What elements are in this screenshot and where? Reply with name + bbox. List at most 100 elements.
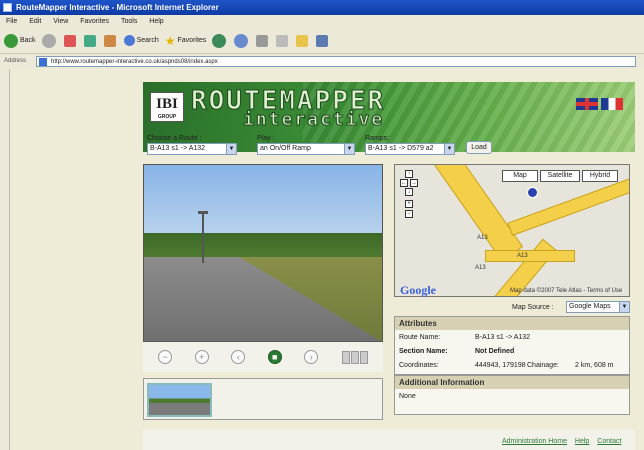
messenger-icon [316, 34, 329, 47]
road-label: A13 [477, 235, 488, 241]
stop-button[interactable]: ■ [267, 350, 282, 364]
pan-up-icon[interactable]: ↑ [405, 170, 413, 178]
play-select[interactable]: an On/Off Ramp ▼ [257, 143, 355, 155]
folder-icon [296, 34, 309, 47]
play-label: Play : [257, 135, 275, 142]
playback-controls: − + ‹ ■ › [143, 342, 383, 372]
section-name-value: Not Defined [475, 348, 515, 355]
map-button[interactable]: Map [502, 170, 538, 182]
favorites-button[interactable]: ★ Favorites [165, 34, 207, 48]
map-navigation: ↑ ← → ↓ + − [400, 170, 418, 225]
satellite-button[interactable]: Satellite [540, 170, 580, 182]
zoom-in-button[interactable]: + [194, 350, 209, 364]
browser-toolbar: Back Search ★ Favorites [0, 28, 644, 54]
attributes-header: Attributes [395, 317, 629, 330]
ibi-group-logo: IBI GROUP [150, 92, 184, 122]
google-logo: Google [400, 283, 436, 297]
route-map[interactable]: A13 A13 A13 [394, 164, 630, 297]
stop-button[interactable] [63, 34, 78, 47]
link-road [485, 250, 575, 262]
folder-button[interactable] [296, 34, 310, 47]
forward-arrow-icon [41, 33, 56, 48]
menu-view[interactable]: View [53, 18, 68, 25]
menu-tools[interactable]: Tools [121, 18, 137, 25]
page-icon [39, 58, 47, 66]
position-marker-icon[interactable] [527, 187, 538, 198]
lamp-post [202, 213, 204, 263]
section-name-label: Section Name: [399, 348, 448, 355]
messenger-button[interactable] [316, 34, 330, 47]
address-url: http://www.routemapper-interactive.co.uk… [51, 59, 218, 65]
chevron-down-icon: ▼ [619, 302, 629, 312]
pan-right-icon[interactable]: → [410, 179, 418, 187]
chevron-down-icon: ▼ [444, 144, 454, 154]
ramps-select[interactable]: B-A13 s1 -> D579 a2 ▼ [365, 143, 455, 155]
map-copyright: Map data ©2007 Tele Atlas - Terms of Use [510, 288, 623, 294]
print-button[interactable] [256, 34, 270, 47]
route-name-label: Route Name: [399, 334, 441, 341]
window-title: RouteMapper Interactive - Microsoft Inte… [16, 3, 219, 12]
media-button[interactable] [212, 33, 228, 48]
uk-flag-icon[interactable] [576, 98, 598, 110]
menu-bar: File Edit View Favorites Tools Help [0, 15, 644, 28]
route-label: Choose a Route : [147, 135, 202, 142]
menu-help[interactable]: Help [149, 18, 163, 25]
admin-home-link[interactable]: Administration Home [502, 438, 567, 445]
home-button[interactable] [103, 34, 118, 47]
address-label: Address [4, 58, 27, 64]
forward-button[interactable] [41, 33, 58, 48]
route-select[interactable]: B-A13 s1 -> A132 ▼ [147, 143, 237, 155]
chevron-down-icon: ▼ [226, 144, 236, 154]
edit-icon [276, 34, 289, 47]
next-button[interactable]: › [304, 350, 319, 364]
pan-left-icon[interactable]: ← [400, 179, 408, 187]
road-label: A13 [475, 265, 486, 271]
back-arrow-icon [4, 33, 18, 48]
print-icon [256, 34, 269, 47]
ramps-label: Ramps: [365, 135, 390, 142]
coordinates-value: 444943, 179198 [475, 362, 526, 369]
brand-subtitle: interactive [242, 109, 385, 131]
map-zoom-out-icon[interactable]: − [405, 210, 413, 218]
home-icon [103, 34, 116, 47]
refresh-icon [83, 34, 96, 47]
star-icon: ★ [164, 33, 176, 48]
menu-favorites[interactable]: Favorites [80, 18, 109, 25]
window-titlebar: RouteMapper Interactive - Microsoft Inte… [0, 0, 644, 15]
road-video-view[interactable] [143, 164, 383, 342]
history-button[interactable] [234, 33, 250, 48]
additional-info-panel: Additional Information None [394, 375, 630, 415]
map-zoom-in-icon[interactable]: + [405, 200, 413, 208]
route-name-value: B-A13 s1 -> A132 [475, 334, 531, 341]
address-bar: Address http://www.routemapper-interacti… [0, 54, 644, 69]
map-type-buttons: Map Satellite Hybrid [500, 170, 618, 182]
contact-link[interactable]: Contact [597, 438, 621, 445]
hybrid-button[interactable]: Hybrid [582, 170, 618, 182]
road-label: A13 [517, 253, 528, 259]
additional-info-value: None [399, 393, 416, 400]
search-icon [123, 35, 135, 46]
search-button[interactable]: Search [123, 35, 159, 46]
previous-button[interactable]: ‹ [231, 350, 246, 364]
ie-icon [3, 3, 12, 12]
edit-button[interactable] [276, 34, 290, 47]
address-input[interactable]: http://www.routemapper-interactive.co.uk… [36, 56, 636, 67]
france-flag-icon[interactable] [601, 98, 623, 110]
load-button[interactable]: Load [466, 141, 492, 154]
frame-thumbnail[interactable] [147, 383, 212, 417]
help-link[interactable]: Help [575, 438, 589, 445]
attributes-panel: Attributes Route Name: B-A13 s1 -> A132 … [394, 316, 630, 375]
map-source-select[interactable]: Google Maps ▼ [566, 301, 630, 313]
back-button[interactable]: Back [4, 33, 36, 48]
refresh-button[interactable] [83, 34, 98, 47]
view-options[interactable] [341, 350, 368, 364]
chainage-label: Chainage: [527, 362, 559, 369]
menu-file[interactable]: File [6, 18, 17, 25]
pan-down-icon[interactable]: ↓ [405, 188, 413, 196]
stop-icon [63, 34, 76, 47]
media-icon [212, 33, 227, 48]
zoom-out-button[interactable]: − [158, 350, 173, 364]
map-source-label: Map Source : [512, 304, 554, 311]
menu-edit[interactable]: Edit [29, 18, 41, 25]
chainage-value: 2 km, 608 m [575, 362, 614, 369]
